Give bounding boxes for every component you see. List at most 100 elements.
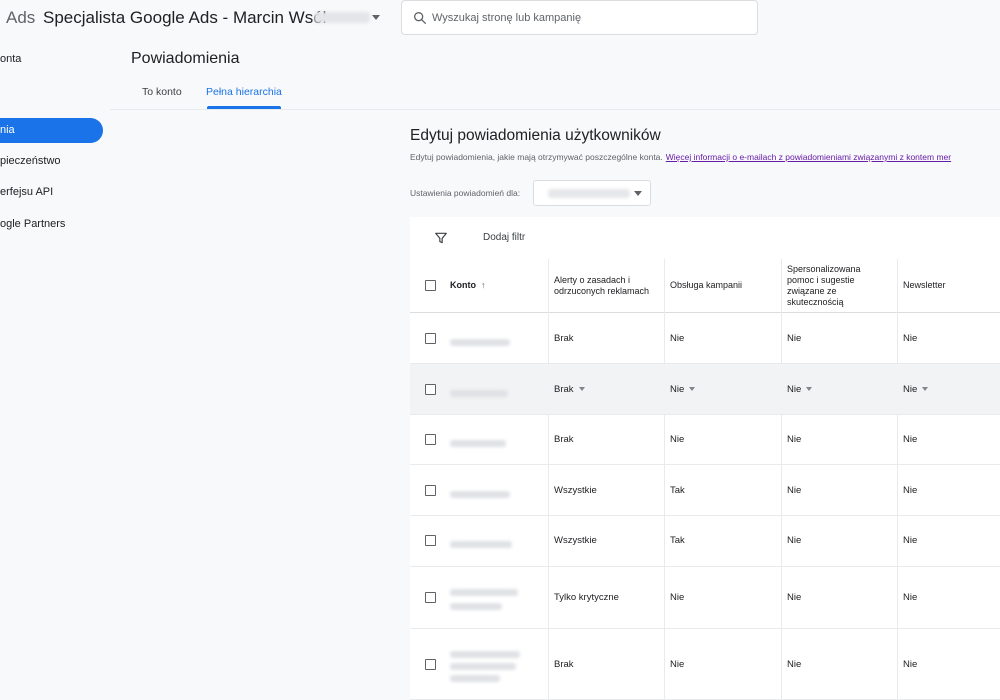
newsletter-cell[interactable]: Nie [903, 659, 917, 670]
learn-more-link[interactable]: Więcej informacji o e-mailach z powiadom… [666, 152, 951, 162]
row-checkbox[interactable] [425, 485, 436, 496]
newsletter-cell[interactable]: Nie [903, 592, 917, 603]
page-title: Powiadomienia [131, 50, 240, 67]
alerts-cell[interactable]: Brak [554, 333, 574, 344]
sidebar-item-security[interactable]: pieczeństwo [0, 149, 61, 174]
account-name-redacted [450, 491, 510, 498]
chevron-down-icon [578, 387, 585, 392]
table-row[interactable]: Brak Nie Nie Nie [410, 364, 1000, 415]
performance-cell[interactable]: Nie [787, 535, 801, 546]
performance-cell[interactable]: Nie [787, 434, 801, 445]
account-title[interactable]: Specjalista Google Ads - Marcin Wsół [43, 8, 326, 28]
notifications-table: Dodaj filtr Konto ↑ Alerty o zasadach i o… [410, 217, 1000, 700]
product-name[interactable]: Ads [6, 8, 35, 28]
table-row[interactable]: Wszystkie Tak Nie Nie [410, 516, 1000, 567]
account-name-redacted [450, 663, 516, 670]
divider [110, 109, 1000, 110]
column-header-alerts[interactable]: Alerty o zasadach i odrzuconych reklamac… [554, 259, 654, 313]
performance-cell[interactable]: Nie [787, 592, 801, 603]
table-row[interactable]: Brak Nie Nie Nie [410, 415, 1000, 465]
alerts-cell[interactable]: Wszystkie [554, 485, 597, 496]
sidebar-item-label: nia [0, 124, 15, 136]
sort-ascending-icon: ↑ [481, 280, 486, 291]
campaign-cell[interactable]: Nie [670, 592, 684, 603]
sidebar-item-label: pieczeństwo [0, 155, 61, 167]
row-checkbox[interactable] [425, 434, 436, 445]
chevron-down-icon [634, 191, 642, 196]
chevron-down-icon [806, 387, 813, 392]
sidebar-item-notifications[interactable]: nia [0, 118, 103, 143]
account-id-redacted [314, 12, 370, 23]
search-box[interactable] [401, 0, 758, 35]
sidebar-item-label: ogle Partners [0, 218, 66, 230]
column-header-account[interactable]: Konto ↑ [450, 259, 550, 313]
section-title: Edytuj powiadomienia użytkowników [410, 127, 661, 144]
performance-dropdown[interactable]: Nie [787, 384, 813, 395]
alerts-cell[interactable]: Brak [554, 434, 574, 445]
campaign-cell[interactable]: Nie [670, 434, 684, 445]
column-label: Alerty o zasadach i odrzuconych reklamac… [554, 274, 650, 296]
table-header: Konto ↑ Alerty o zasadach i odrzuconych r… [410, 259, 1000, 313]
table-row[interactable]: Brak Nie Nie Nie [410, 313, 1000, 364]
column-label: Konto [450, 280, 476, 291]
sidebar-item-partners[interactable]: ogle Partners [0, 212, 65, 237]
search-input[interactable] [432, 1, 752, 34]
account-name-redacted [450, 541, 512, 548]
chevron-down-icon [922, 387, 929, 392]
account-name-redacted [450, 589, 518, 596]
filter-icon[interactable] [434, 231, 448, 245]
table-row[interactable]: Brak Nie Nie Nie [410, 629, 1000, 700]
settings-account-select[interactable] [533, 180, 651, 206]
performance-cell[interactable]: Nie [787, 333, 801, 344]
dropdown-value: Nie [670, 384, 685, 395]
table-row[interactable]: Tylko krytyczne Nie Nie Nie [410, 567, 1000, 629]
settings-label: Ustawienia powiadomień dla: [410, 188, 521, 198]
row-checkbox[interactable] [425, 659, 436, 670]
newsletter-cell[interactable]: Nie [903, 333, 917, 344]
campaign-cell[interactable]: Tak [670, 485, 685, 496]
account-name-redacted [450, 651, 520, 658]
selected-account-redacted [548, 189, 630, 198]
campaign-cell[interactable]: Tak [670, 535, 685, 546]
add-filter-button[interactable]: Dodaj filtr [483, 232, 525, 243]
row-checkbox[interactable] [425, 333, 436, 344]
performance-cell[interactable]: Nie [787, 659, 801, 670]
row-checkbox[interactable] [425, 535, 436, 546]
dropdown-value: Brak [554, 384, 574, 395]
search-icon [414, 11, 426, 24]
performance-cell[interactable]: Nie [787, 485, 801, 496]
table-row[interactable]: Wszystkie Tak Nie Nie [410, 465, 1000, 516]
account-name-redacted [450, 440, 506, 447]
alerts-cell[interactable]: Wszystkie [554, 535, 597, 546]
column-label: Obsługa kampanii [670, 280, 743, 291]
sidebar: onta nia pieczeństwo erfejsu API ogle Pa… [0, 40, 110, 700]
sidebar-item-api[interactable]: erfejsu API [0, 180, 53, 205]
campaign-cell[interactable]: Nie [670, 333, 684, 344]
column-header-newsletter[interactable]: Newsletter [903, 259, 993, 313]
account-switcher-caret-icon[interactable] [372, 15, 380, 20]
section-description: Edytuj powiadomienia, jakie mają otrzymy… [410, 152, 951, 162]
account-id-redacted [450, 603, 502, 610]
tab-this-account[interactable]: To konto [142, 86, 182, 108]
tab-full-hierarchy[interactable]: Pełna hierarchia [206, 86, 282, 108]
select-all-checkbox[interactable] [425, 280, 436, 291]
alerts-cell[interactable]: Tylko krytyczne [554, 592, 619, 603]
alerts-dropdown[interactable]: Brak [554, 384, 585, 395]
account-name-redacted [450, 390, 508, 397]
row-checkbox[interactable] [425, 384, 436, 395]
alerts-cell[interactable]: Brak [554, 659, 574, 670]
column-header-campaign[interactable]: Obsługa kampanii [670, 259, 770, 313]
newsletter-dropdown[interactable]: Nie [903, 384, 929, 395]
newsletter-cell[interactable]: Nie [903, 535, 917, 546]
row-checkbox[interactable] [425, 592, 436, 603]
dropdown-value: Nie [787, 384, 802, 395]
column-header-performance[interactable]: Spersonalizowana pomoc i sugestie związa… [787, 259, 887, 313]
campaign-cell[interactable]: Nie [670, 659, 684, 670]
column-label: Spersonalizowana pomoc i sugestie związa… [787, 263, 861, 308]
description-text: Edytuj powiadomienia, jakie mają otrzymy… [410, 152, 663, 162]
newsletter-cell[interactable]: Nie [903, 485, 917, 496]
sidebar-item-account[interactable]: onta [0, 47, 21, 72]
newsletter-cell[interactable]: Nie [903, 434, 917, 445]
sidebar-item-label: onta [0, 53, 22, 65]
campaign-dropdown[interactable]: Nie [670, 384, 696, 395]
